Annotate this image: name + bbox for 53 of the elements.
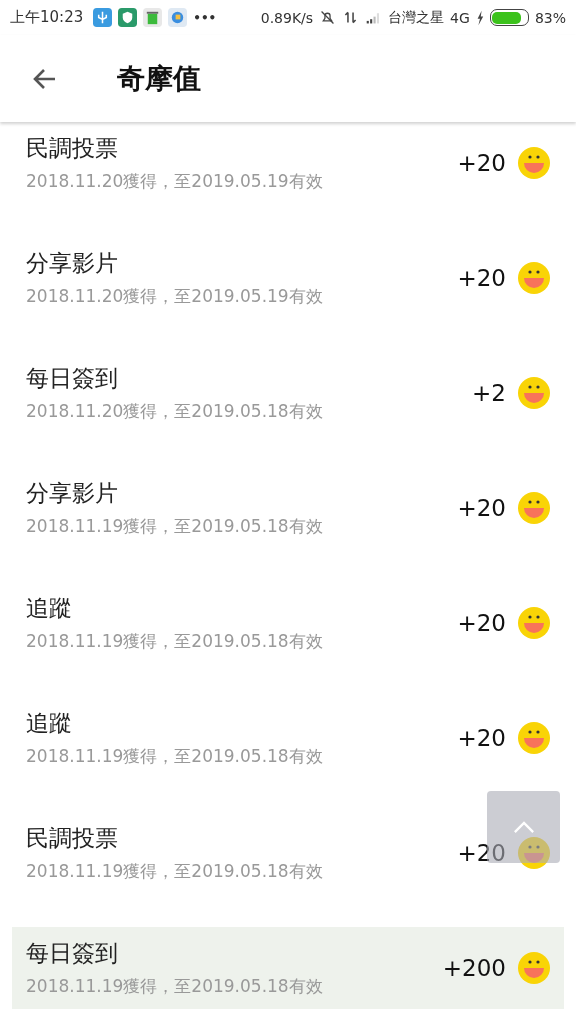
record-row[interactable]: 追蹤 2018.11.19獲得，至2019.05.18有效 +20 (12, 697, 564, 779)
trash-icon (143, 8, 163, 27)
app-icon (168, 8, 188, 27)
record-title: 追蹤 (26, 594, 73, 623)
record-detail: 2018.11.20獲得，至2019.05.19有效 (26, 170, 324, 193)
record-row[interactable]: 分享影片 2018.11.19獲得，至2019.05.18有效 +20 (12, 467, 564, 549)
smiley-icon (518, 607, 550, 639)
record-detail: 2018.11.20獲得，至2019.05.19有效 (26, 285, 324, 308)
network-speed: 0.89K/s (260, 9, 314, 26)
record-title: 民調投票 (26, 134, 119, 163)
record-title: 追蹤 (26, 709, 73, 738)
smiley-icon (518, 262, 550, 294)
points-value: +20 (457, 840, 506, 866)
record-detail: 2018.11.19獲得，至2019.05.18有效 (26, 975, 324, 998)
record-detail: 2018.11.19獲得，至2019.05.18有效 (26, 860, 324, 883)
record-detail: 2018.11.20獲得，至2019.05.18有效 (26, 400, 324, 423)
record-title: 民調投票 (26, 824, 119, 853)
battery-icon (489, 9, 529, 26)
battery-percent: 83% (534, 9, 566, 26)
points-value: +20 (457, 150, 506, 176)
record-row[interactable]: 每日簽到 2018.11.19獲得，至2019.05.18有效 +200 (12, 927, 564, 1009)
status-time: 上午10:23 (10, 8, 84, 27)
record-title: 分享影片 (26, 249, 119, 278)
points-value: +200 (442, 955, 506, 981)
record-title: 每日簽到 (26, 364, 119, 393)
smiley-icon (518, 147, 550, 179)
smiley-icon (518, 837, 550, 869)
chevron-up-icon (512, 820, 535, 834)
network-type: 4G (450, 9, 470, 26)
record-detail: 2018.11.19獲得，至2019.05.18有效 (26, 745, 324, 768)
record-detail: 2018.11.19獲得，至2019.05.18有效 (26, 515, 324, 538)
points-value: +20 (457, 265, 506, 291)
smiley-icon (518, 377, 550, 409)
record-row[interactable]: 追蹤 2018.11.19獲得，至2019.05.18有效 +20 (12, 582, 564, 664)
points-value: +20 (457, 495, 506, 521)
points-value: +20 (457, 725, 506, 751)
usb-icon (93, 8, 113, 27)
smiley-icon (518, 492, 550, 524)
record-row[interactable]: 分享影片 2018.11.20獲得，至2019.05.19有效 +20 (12, 237, 564, 319)
record-title: 每日簽到 (26, 939, 119, 968)
smiley-icon (518, 722, 550, 754)
carrier-name: 台灣之星 (388, 8, 445, 27)
record-row[interactable]: 民調投票 2018.11.19獲得，至2019.05.18有效 +20 (12, 812, 564, 894)
shield-icon (118, 8, 138, 27)
points-value: +2 (472, 380, 506, 406)
smiley-icon (518, 952, 550, 984)
record-row[interactable]: 每日簽到 2018.11.20獲得，至2019.05.18有效 +2 (12, 352, 564, 434)
record-title: 分享影片 (26, 479, 119, 508)
page-title: 奇摩值 (117, 60, 201, 97)
points-value: +20 (457, 610, 506, 636)
record-row[interactable]: 民調投票 2018.11.20獲得，至2019.05.19有效 +20 (12, 122, 564, 204)
record-detail: 2018.11.19獲得，至2019.05.18有效 (26, 630, 324, 653)
more-notifications: ••• (193, 10, 217, 25)
